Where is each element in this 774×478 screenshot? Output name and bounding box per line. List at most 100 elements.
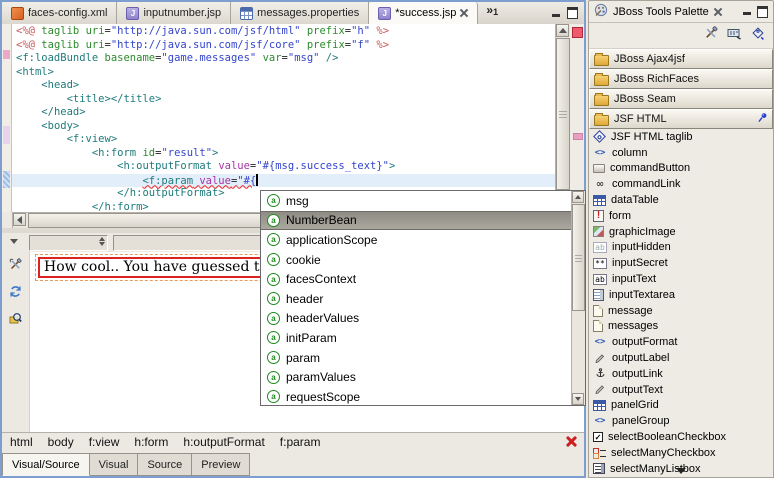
completion-item[interactable]: a NumberBean [261,210,572,231]
scrollbar-thumb[interactable] [556,38,570,190]
annotation-ruler[interactable] [2,24,12,212]
error-marker[interactable] [572,27,583,38]
refresh-icon[interactable] [9,285,22,303]
code-line[interactable]: <body> [16,120,556,134]
code-line[interactable]: <%@ taglib uri="http://java.sun.com/jsf/… [16,25,556,39]
scroll-up-icon[interactable] [556,24,569,37]
palette-item-commandLink[interactable]: ∞ commandLink [589,176,773,192]
completion-item[interactable]: a param [261,348,572,368]
palette-item-inputText[interactable]: ab inputText [589,271,773,287]
completion-item[interactable]: a msg [261,191,572,211]
palette-item-dataTable[interactable]: dataTable [589,192,773,208]
palette-item-form[interactable]: ! form [589,208,773,224]
pin-icon[interactable] [758,112,768,126]
overview-ruler[interactable] [570,24,584,212]
scroll-down-icon[interactable] [572,393,584,405]
code-line[interactable]: <html> [16,66,556,80]
palette-item-outputFormat[interactable]: <> outputFormat [589,334,773,350]
code-line[interactable]: </head> [16,106,556,120]
completion-item[interactable]: a requestScope [261,387,572,405]
breadcrumb-item[interactable]: h:outputFormat [183,435,264,449]
code-line[interactable]: <f:view> [16,133,556,147]
maximize-icon[interactable] [567,7,578,19]
code-line[interactable]: <title></title> [16,93,556,107]
palette-item-column[interactable]: <> column [589,145,773,161]
scroll-left-icon[interactable] [13,213,26,226]
editor-tab[interactable]: J *success.jsp [369,2,479,24]
editor-tab[interactable]: Jinputnumber.jsp [117,2,232,24]
completion-item[interactable]: a cookie [261,250,572,270]
completion-item[interactable]: a facesContext [261,269,572,289]
palette-item-outputLabel[interactable]: outputLabel [589,350,773,366]
preferences-icon[interactable] [9,258,22,276]
managed-bean-icon: a [267,311,280,325]
code-line[interactable]: <h:outputFormat value="#{msg.success_tex… [16,160,556,174]
minimize-icon[interactable] [552,9,561,18]
font-size-combo[interactable] [29,235,108,251]
palette-item-commandButton[interactable]: commandButton [589,161,773,177]
palette-item-label: column [612,146,648,159]
zoom-table-icon[interactable] [9,312,22,330]
scroll-more-icon[interactable] [676,468,686,474]
palette-section[interactable]: JBoss Seam [589,89,773,109]
close-tab-icon[interactable] [460,9,468,17]
tab-visual-source[interactable]: Visual/Source [2,453,90,476]
breadcrumb-item[interactable]: f:param [280,435,321,449]
show-hide-icon[interactable] [727,27,742,45]
palette-item-inputTextarea[interactable]: inputTextarea [589,287,773,303]
tab-preview[interactable]: Preview [192,453,251,476]
palette-item-message[interactable]: message [589,303,773,319]
style-combo[interactable] [113,235,267,251]
completion-item[interactable]: a paramValues [261,367,572,387]
completion-item[interactable]: a applicationScope [261,230,572,250]
palette-item-inputHidden[interactable]: ab inputHidden [589,240,773,256]
code-line[interactable]: <head> [16,79,556,93]
code-token: <body> [41,119,80,132]
popup-scrollbar[interactable] [571,191,585,405]
editor-vertical-scrollbar[interactable] [555,24,570,212]
scroll-up-icon[interactable] [572,191,584,203]
palette-item-graphicImage[interactable]: graphicImage [589,224,773,240]
completion-item[interactable]: a headerValues [261,309,572,329]
breadcrumb-item[interactable]: h:form [134,435,168,449]
palette-item-selectManyCheckbox[interactable]: selectManyCheckbox [589,445,773,461]
palette-section[interactable]: JBoss Ajax4jsf [589,49,773,69]
palette-item-JSF HTML taglib[interactable]: JSF HTML taglib [589,129,773,145]
code-line[interactable]: <f:param value="#{ [12,173,556,187]
import-icon[interactable] [751,26,765,45]
code-line[interactable]: <h:form id="result"> [16,147,556,161]
breadcrumb-item[interactable]: html [10,435,33,449]
palette-minimize-icon[interactable] [743,7,752,16]
palette-editor-icon[interactable] [704,26,718,45]
palette-item-selectBooleanCheckbox[interactable]: ✓ selectBooleanCheckbox [589,429,773,445]
completion-item[interactable]: a header [261,289,572,309]
annotation-marker[interactable] [573,133,583,140]
close-breadcrumb-icon[interactable] [566,436,576,446]
palette-item-outputLink[interactable]: outputLink [589,366,773,382]
palette-item-panelGroup[interactable]: <> panelGroup [589,413,773,429]
palette-item-outputText[interactable]: outputText [589,382,773,398]
code-line[interactable]: <f:loadBundle basename="game.messages" v… [16,52,556,66]
more-tabs-chevron[interactable]: » 1 [478,2,502,24]
scrollbar-thumb[interactable] [572,204,585,311]
tab-source[interactable]: Source [138,453,193,476]
breadcrumb-item[interactable]: f:view [89,435,120,449]
palette-section[interactable]: JSF HTML [589,109,773,129]
palette-item-panelGrid[interactable]: panelGrid [589,398,773,414]
completion-item[interactable]: a initParam [261,328,572,348]
code-line[interactable]: <%@ taglib uri="http://java.sun.com/jsf/… [16,39,556,53]
source-editor[interactable]: <%@ taglib uri="http://java.sun.com/jsf/… [2,24,584,212]
palette-maximize-icon[interactable] [757,5,768,18]
tab-visual[interactable]: Visual [89,453,139,476]
close-palette-icon[interactable] [714,8,722,16]
combo-spinner-icon[interactable] [99,237,105,246]
palette-section[interactable]: JBoss RichFaces [589,69,773,89]
palette-item-messages[interactable]: messages [589,319,773,335]
code-editor[interactable]: <%@ taglib uri="http://java.sun.com/jsf/… [12,24,556,212]
palette-item-inputSecret[interactable]: ** inputSecret [589,255,773,271]
editor-tab[interactable]: faces-config.xml [2,2,118,24]
breadcrumb-item[interactable]: body [48,435,74,449]
toolbar-dropdown-icon[interactable] [10,239,18,244]
tabbar-spacer [502,2,552,24]
editor-tab[interactable]: messages.properties [231,2,370,24]
